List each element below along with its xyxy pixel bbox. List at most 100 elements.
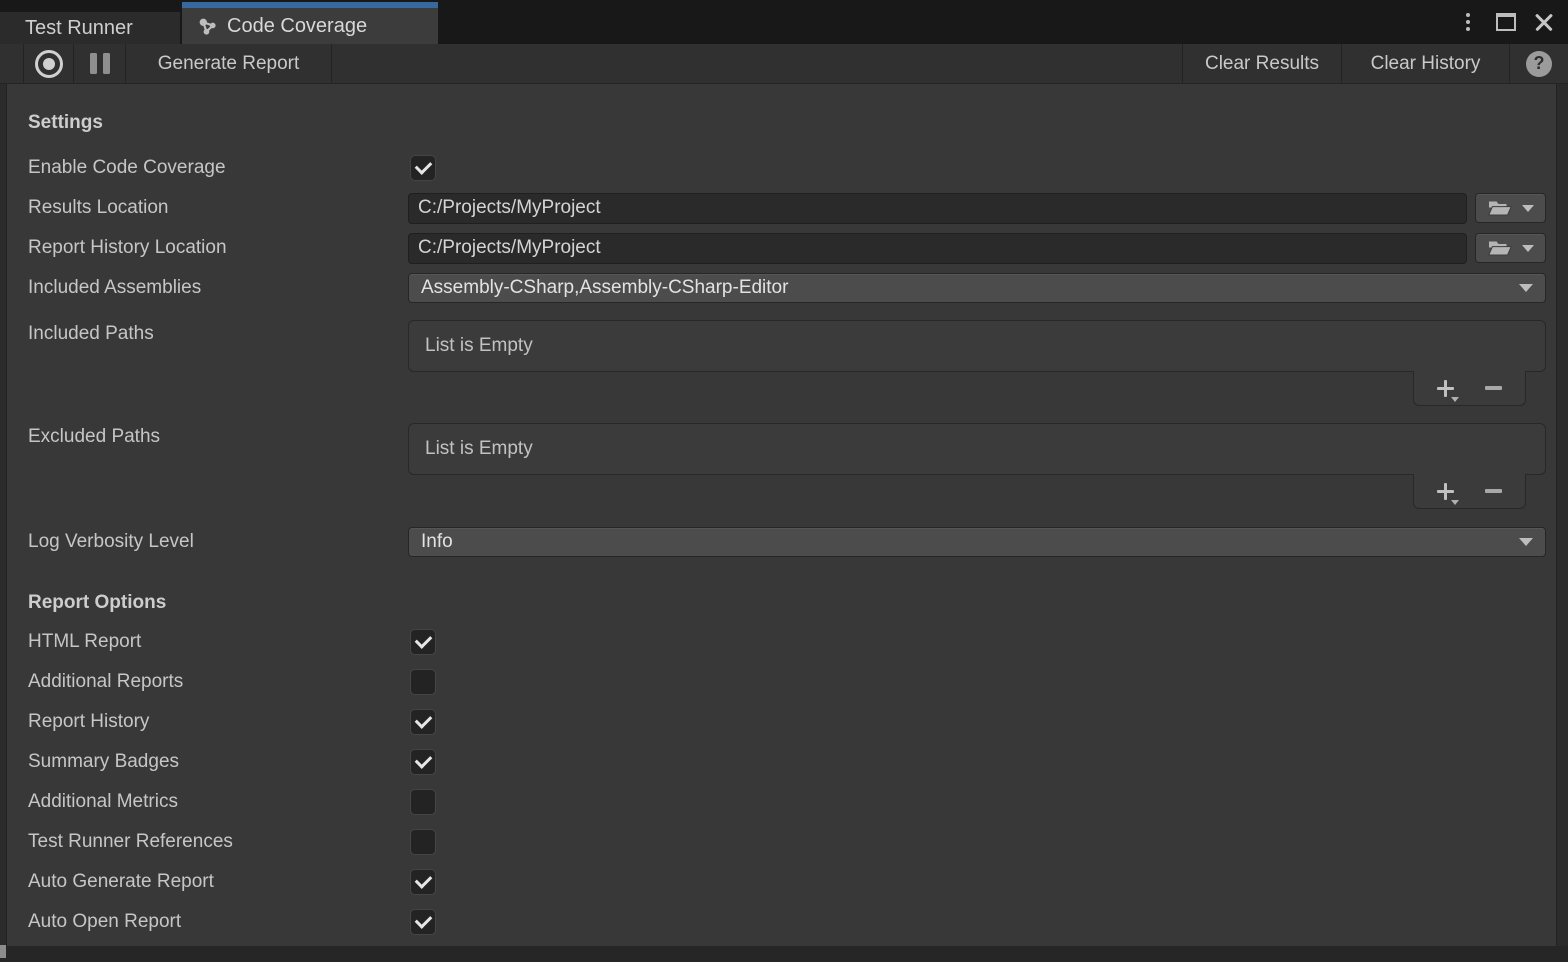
report-option-checkbox[interactable] xyxy=(410,909,436,935)
clear-history-button[interactable]: Clear History xyxy=(1342,44,1510,83)
help-icon: ? xyxy=(1526,51,1552,77)
help-button[interactable]: ? xyxy=(1510,44,1568,83)
log-verbosity-value: Info xyxy=(421,531,453,553)
code-coverage-panel: Settings Enable Code Coverage Results Lo… xyxy=(7,84,1556,946)
report-option-row: Additional Reports xyxy=(28,662,1546,702)
report-option-label: Additional Reports xyxy=(28,671,408,693)
add-included-path-button[interactable] xyxy=(1437,379,1455,397)
report-option-label: Auto Open Report xyxy=(28,911,408,933)
clear-results-label: Clear Results xyxy=(1205,53,1319,75)
included-paths-empty-text: List is Empty xyxy=(425,335,533,357)
report-option-checkbox[interactable] xyxy=(410,709,436,735)
tab-code-coverage[interactable]: Code Coverage xyxy=(182,2,438,44)
report-option-label: Auto Generate Report xyxy=(28,871,408,893)
log-verbosity-label: Log Verbosity Level xyxy=(28,531,408,553)
report-option-row: Summary Badges xyxy=(28,742,1546,782)
tab-code-coverage-label: Code Coverage xyxy=(227,15,367,38)
report-option-checkbox[interactable] xyxy=(410,629,436,655)
included-assemblies-dropdown[interactable]: Assembly-CSharp,Assembly-CSharp-Editor xyxy=(408,273,1546,303)
toolbar-left-pad xyxy=(0,44,24,83)
scrollbar-gutter xyxy=(1556,84,1568,946)
maximize-button[interactable] xyxy=(1495,7,1517,37)
included-paths-list-footer xyxy=(1413,371,1526,406)
toolbar: Generate Report Clear Results Clear Hist… xyxy=(0,44,1568,84)
code-coverage-icon xyxy=(197,16,218,37)
results-location-label: Results Location xyxy=(28,197,408,219)
enable-code-coverage-label: Enable Code Coverage xyxy=(28,157,408,179)
settings-heading: Settings xyxy=(28,110,1546,136)
report-option-checkbox[interactable] xyxy=(410,829,436,855)
included-paths-section: Included Paths List is Empty xyxy=(28,308,1546,406)
excluded-paths-list-footer xyxy=(1413,474,1526,509)
report-option-row: Test Runner References xyxy=(28,822,1546,862)
report-options-list: HTML Report Additional Reports Report Hi… xyxy=(28,622,1546,942)
record-coverage-button[interactable] xyxy=(24,44,74,83)
included-paths-list: List is Empty xyxy=(408,308,1546,406)
enable-code-coverage-row: Enable Code Coverage xyxy=(28,148,1546,188)
add-dropdown-caret-icon xyxy=(1451,500,1459,505)
included-assemblies-row: Included Assemblies Assembly-CSharp,Asse… xyxy=(28,268,1546,308)
add-excluded-path-button[interactable] xyxy=(1437,482,1455,500)
report-options-heading: Report Options xyxy=(28,590,1546,616)
clear-results-button[interactable]: Clear Results xyxy=(1182,44,1342,83)
pause-recording-button[interactable] xyxy=(74,44,126,83)
results-location-value: C:/Projects/MyProject xyxy=(418,197,601,219)
report-history-location-input[interactable]: C:/Projects/MyProject xyxy=(408,233,1467,264)
remove-excluded-path-button[interactable] xyxy=(1485,489,1502,493)
included-paths-list-box: List is Empty xyxy=(408,320,1546,372)
enable-code-coverage-checkbox[interactable] xyxy=(410,155,436,181)
report-option-checkbox[interactable] xyxy=(410,789,436,815)
excluded-paths-label: Excluded Paths xyxy=(28,411,408,448)
close-button[interactable] xyxy=(1533,7,1555,37)
report-history-location-browse-button[interactable] xyxy=(1475,233,1546,263)
titlebar: Test Runner Code Coverage xyxy=(0,0,1568,44)
record-icon xyxy=(35,50,63,78)
left-edge-gutter xyxy=(0,84,7,946)
folder-open-icon xyxy=(1488,240,1512,257)
included-paths-label: Included Paths xyxy=(28,308,408,345)
report-option-checkbox[interactable] xyxy=(410,669,436,695)
results-location-input[interactable]: C:/Projects/MyProject xyxy=(408,193,1467,224)
report-history-location-row: Report History Location C:/Projects/MyPr… xyxy=(28,228,1546,268)
tab-test-runner-label: Test Runner xyxy=(25,17,133,40)
excluded-paths-empty-text: List is Empty xyxy=(425,438,533,460)
report-option-label: HTML Report xyxy=(28,631,408,653)
report-option-label: Additional Metrics xyxy=(28,791,408,813)
close-icon xyxy=(1534,12,1554,32)
generate-report-button[interactable]: Generate Report xyxy=(126,44,332,83)
chevron-down-icon xyxy=(1519,538,1533,546)
report-option-checkbox[interactable] xyxy=(410,749,436,775)
tab-test-runner[interactable]: Test Runner xyxy=(0,12,180,44)
remove-included-path-button[interactable] xyxy=(1485,386,1502,390)
maximize-icon xyxy=(1496,13,1516,31)
report-option-row: Additional Metrics xyxy=(28,782,1546,822)
log-verbosity-dropdown[interactable]: Info xyxy=(408,527,1546,557)
report-option-row: Auto Open Report xyxy=(28,902,1546,942)
chevron-down-icon xyxy=(1519,284,1533,292)
window-resize-notch xyxy=(0,945,6,958)
report-history-location-value: C:/Projects/MyProject xyxy=(418,237,601,259)
window-menu-button[interactable] xyxy=(1457,7,1479,37)
report-option-row: Report History xyxy=(28,702,1546,742)
folder-open-icon xyxy=(1488,200,1512,217)
generate-report-label: Generate Report xyxy=(158,53,300,75)
folder-dropdown-caret-icon xyxy=(1522,205,1534,212)
report-option-label: Test Runner References xyxy=(28,831,408,853)
excluded-paths-section: Excluded Paths List is Empty xyxy=(28,411,1546,509)
pause-icon xyxy=(90,53,110,74)
report-option-label: Report History xyxy=(28,711,408,733)
report-history-location-label: Report History Location xyxy=(28,237,408,259)
kebab-menu-icon xyxy=(1466,13,1470,31)
clear-history-label: Clear History xyxy=(1371,53,1481,75)
report-option-checkbox[interactable] xyxy=(410,869,436,895)
toolbar-spacer xyxy=(332,44,1182,83)
window-controls xyxy=(1457,0,1568,44)
add-dropdown-caret-icon xyxy=(1451,397,1459,402)
excluded-paths-list: List is Empty xyxy=(408,411,1546,509)
results-location-row: Results Location C:/Projects/MyProject xyxy=(28,188,1546,228)
report-option-row: HTML Report xyxy=(28,622,1546,662)
bottom-edge xyxy=(0,946,1568,962)
results-location-browse-button[interactable] xyxy=(1475,193,1546,223)
included-assemblies-label: Included Assemblies xyxy=(28,277,408,299)
report-option-row: Auto Generate Report xyxy=(28,862,1546,902)
